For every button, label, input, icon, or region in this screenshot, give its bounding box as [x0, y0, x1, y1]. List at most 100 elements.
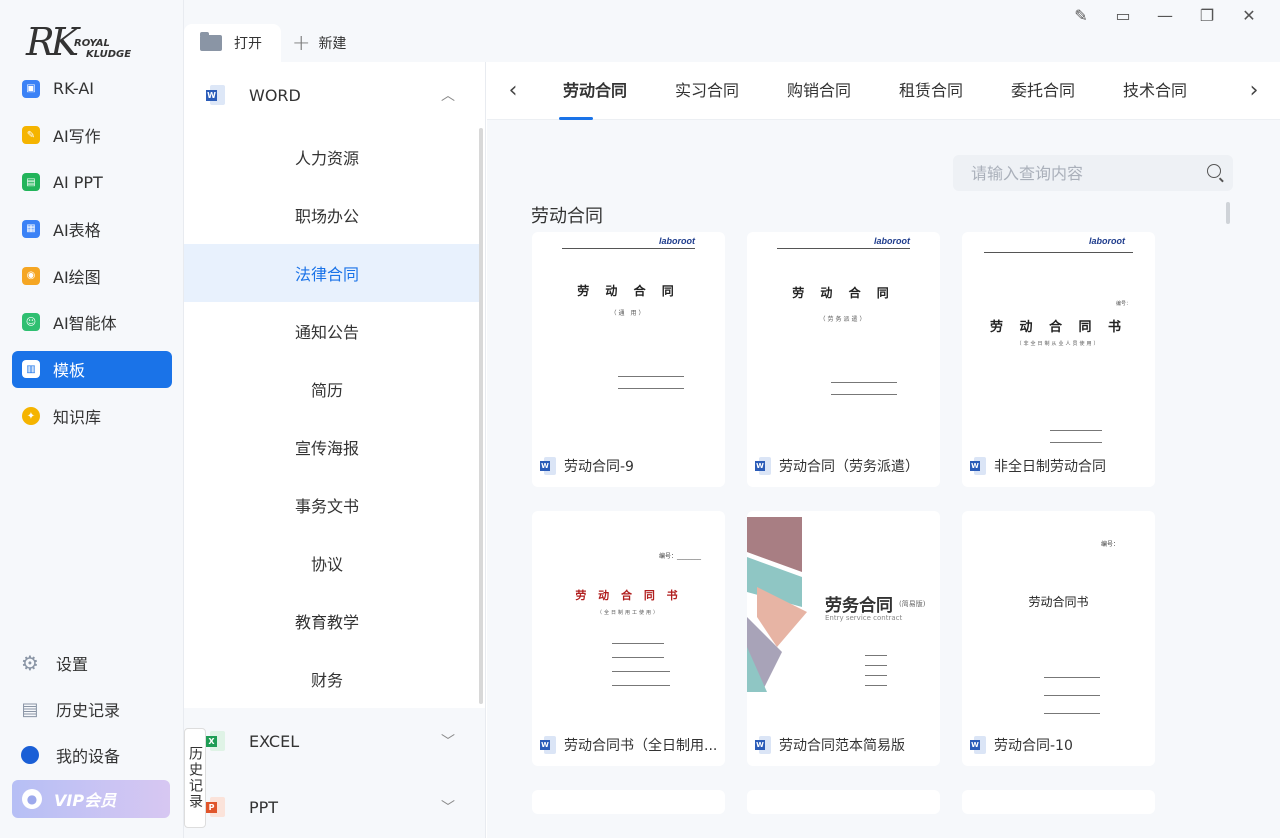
- thumb-line: [572, 653, 664, 658]
- template-card[interactable]: laboroot 劳 动 合 同 （通 用） W 劳动合同-9: [532, 232, 725, 487]
- divider: [777, 248, 910, 249]
- category-excel[interactable]: X EXCEL ﹀: [184, 708, 485, 774]
- subcategory-item[interactable]: 人力资源: [184, 128, 480, 186]
- thumb-title: 劳动合同书: [1028, 595, 1089, 609]
- template-card-partial[interactable]: [962, 790, 1155, 814]
- tab-tech-contract[interactable]: 技术合同: [1099, 62, 1211, 120]
- word-icon: W: [206, 85, 226, 105]
- vip-avatar-icon: ●: [22, 789, 42, 809]
- tab-sales-contract[interactable]: 购销合同: [763, 62, 875, 120]
- tab-labor-contract[interactable]: 劳动合同: [539, 62, 651, 120]
- my-devices-button[interactable]: 我的设备: [20, 732, 170, 778]
- nav-item-ai-ppt[interactable]: ▤ AI PPT: [12, 164, 172, 201]
- search-icon[interactable]: [1207, 164, 1221, 178]
- thumb-line: [578, 384, 684, 389]
- nav-label: RK-AI: [53, 79, 95, 98]
- category-ppt[interactable]: P PPT ﹀: [184, 774, 485, 838]
- card-footer: W 劳动合同（劳务派遣）: [755, 456, 935, 476]
- tab-partial[interactable]: 居: [1211, 62, 1228, 120]
- subcategory-item[interactable]: 简历: [184, 360, 480, 418]
- search-input[interactable]: [971, 163, 1191, 183]
- template-card[interactable]: laboroot 劳 动 合 同 （劳务派遣） W 劳动合同（劳务派遣）: [747, 232, 940, 487]
- content-tab-bar: ‹ 劳动合同 实习合同 购销合同 租赁合同 委托合同 技术合同 居 ›: [487, 62, 1280, 120]
- history-button[interactable]: ▤ 历史记录: [20, 686, 170, 732]
- gear-icon: ⚙: [21, 651, 39, 675]
- nav-label: AI智能体: [53, 314, 117, 334]
- template-card-partial[interactable]: [747, 790, 940, 814]
- thumb-title: 劳 动 合 同: [792, 286, 895, 300]
- restore-icon[interactable]: ❐: [1186, 2, 1228, 28]
- subcategory-item[interactable]: 财务: [184, 650, 480, 708]
- settings-button[interactable]: ⚙ 设置: [20, 640, 170, 686]
- thumb-line: [825, 661, 887, 666]
- feedback-icon[interactable]: ▭: [1102, 2, 1144, 28]
- category-word[interactable]: W WORD ︿: [184, 62, 485, 128]
- subcategory-item[interactable]: 教育教学: [184, 592, 480, 650]
- subcategory-item[interactable]: 协议: [184, 534, 480, 592]
- nav-label: AI表格: [53, 220, 101, 240]
- card-title: 劳动合同范本简易版: [779, 738, 905, 754]
- template-card[interactable]: 劳务合同 (简易版) Entry service contract W 劳动合同…: [747, 511, 940, 766]
- new-tab-button[interactable]: + 新建: [292, 24, 346, 62]
- nav-item-ai-table[interactable]: ▦ AI表格: [12, 210, 172, 247]
- device-icon: [20, 745, 40, 765]
- brand-mark: laboroot: [874, 236, 910, 246]
- word-file-icon: W: [755, 457, 771, 475]
- rk-ai-icon: ▣: [22, 79, 40, 98]
- paint-icon: ◉: [22, 266, 40, 285]
- nav-item-rk-ai[interactable]: ▣ RK-AI: [12, 70, 172, 107]
- thumb-title: 劳 动 合 同 书: [989, 320, 1128, 335]
- tab-entrust-contract[interactable]: 委托合同: [987, 62, 1099, 120]
- subcategory-item[interactable]: 宣传海报: [184, 418, 480, 476]
- nav-label: AI绘图: [53, 267, 101, 287]
- card-footer: W 劳动合同-10: [970, 735, 1150, 755]
- word-file-icon: W: [540, 457, 556, 475]
- nav-item-ai-drawing[interactable]: ◉ AI绘图: [12, 257, 172, 294]
- history-icon: ▤: [21, 698, 39, 720]
- subcategory-item[interactable]: 职场办公: [184, 186, 480, 244]
- thumb-subtitle: Entry service contract: [825, 614, 903, 622]
- excel-icon: X: [206, 731, 226, 751]
- subcategory-item-active[interactable]: 法律合同: [184, 244, 480, 302]
- category-label: WORD: [249, 85, 301, 105]
- section-title: 劳动合同: [531, 206, 603, 227]
- thumb-line: [572, 639, 664, 644]
- divider: [562, 248, 695, 249]
- card-footer: W 劳动合同-9: [540, 456, 720, 476]
- tab-internship-contract[interactable]: 实习合同: [651, 62, 763, 120]
- template-card[interactable]: laboroot 编号： 劳 动 合 同 书 （非全日制从业人员使用） W 非全…: [962, 232, 1155, 487]
- template-thumbnail: 劳务合同 (简易版) Entry service contract: [747, 511, 940, 721]
- nav-item-ai-agent[interactable]: ☺ AI智能体: [12, 304, 172, 341]
- template-card-partial[interactable]: [532, 790, 725, 814]
- edit-icon[interactable]: ✎: [1060, 2, 1102, 28]
- chevron-right-icon[interactable]: ›: [1228, 78, 1280, 103]
- vip-button[interactable]: ● VIP会员: [12, 780, 170, 818]
- nav-item-templates[interactable]: ▥ 模板: [12, 350, 172, 388]
- thumb-line: [791, 390, 897, 395]
- plus-icon: +: [292, 30, 311, 56]
- nav-item-ai-writing[interactable]: ✎ AI写作: [12, 117, 172, 154]
- template-card[interactable]: 编号： 劳动合同书 W 劳动合同-10: [962, 511, 1155, 766]
- template-thumbnail: laboroot 劳 动 合 同 （劳务派遣）: [747, 232, 940, 442]
- open-tab[interactable]: 打开: [184, 24, 281, 62]
- template-card[interactable]: 编号：________ 劳 动 合 同 书 （全日制用工使用） W 劳动合同书（…: [532, 511, 725, 766]
- nav-item-knowledge-base[interactable]: ✦ 知识库: [12, 398, 172, 435]
- window-controls: ✎ ▭ — ❐ ✕: [1060, 2, 1270, 28]
- history-side-tab[interactable]: 历史记录: [184, 728, 206, 828]
- tab-lease-contract[interactable]: 租赁合同: [875, 62, 987, 120]
- card-title: 劳动合同书（全日制用...: [564, 738, 718, 754]
- close-icon[interactable]: ✕: [1228, 2, 1270, 28]
- content-tab-list: 劳动合同 实习合同 购销合同 租赁合同 委托合同 技术合同 居: [539, 62, 1228, 120]
- template-content: ‹ 劳动合同 实习合同 购销合同 租赁合同 委托合同 技术合同 居 › 劳动合同…: [487, 62, 1280, 838]
- brand-mark: laboroot: [1089, 236, 1125, 246]
- subcategory-item[interactable]: 通知公告: [184, 302, 480, 360]
- brand-logo: RK ROYAL KLUDGE: [26, 20, 146, 70]
- word-file-icon: W: [970, 457, 986, 475]
- chevron-left-icon[interactable]: ‹: [487, 78, 539, 103]
- category-scrollbar[interactable]: [479, 128, 483, 704]
- content-scrollbar[interactable]: [1226, 202, 1230, 224]
- subcategory-item[interactable]: 事务文书: [184, 476, 480, 534]
- thumb-line: [825, 681, 887, 686]
- minimize-icon[interactable]: —: [1144, 2, 1186, 28]
- template-thumbnail: laboroot 编号： 劳 动 合 同 书 （非全日制从业人员使用）: [962, 232, 1155, 443]
